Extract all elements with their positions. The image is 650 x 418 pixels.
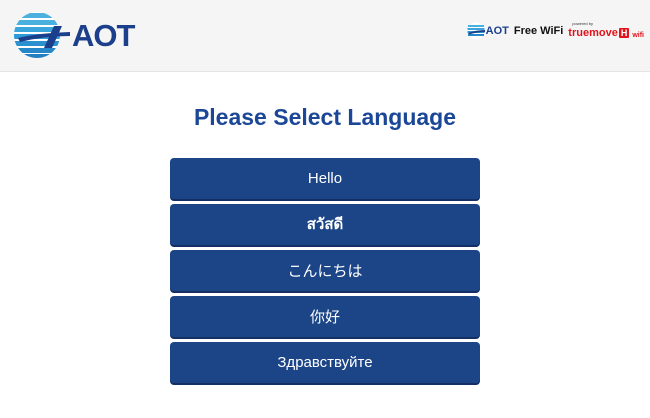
free-wifi-label: Free WiFi bbox=[513, 25, 564, 37]
truemove-h-badge: H bbox=[618, 28, 630, 38]
truemove-wordmark: truemove bbox=[568, 27, 618, 39]
logo-wordmark: AOT bbox=[72, 17, 135, 53]
page-title: Please Select Language bbox=[193, 104, 457, 130]
language-button-thai[interactable]: สวัสดี bbox=[170, 204, 480, 245]
truemove-wifi-label: wifi bbox=[632, 31, 644, 39]
powered-by-label: powered by bbox=[572, 21, 593, 26]
aot-airport-logo-icon bbox=[14, 12, 70, 58]
aot-logo[interactable]: AOT bbox=[14, 12, 135, 58]
aot-mini-logo-icon bbox=[467, 22, 485, 40]
language-button-japanese[interactable]: こんにちは bbox=[170, 250, 480, 291]
mini-logo-wordmark: AOT bbox=[485, 25, 509, 37]
language-list: Hello สวัสดี こんにちは 你好 Здравствуйте bbox=[170, 158, 480, 388]
page-header: AOT AOT Free WiFi powered by truemove H w… bbox=[0, 0, 650, 72]
language-button-english[interactable]: Hello bbox=[170, 158, 480, 199]
language-button-russian[interactable]: Здравствуйте bbox=[170, 342, 480, 383]
language-button-chinese[interactable]: 你好 bbox=[170, 296, 480, 337]
truemove-logo: powered by truemove H bbox=[568, 21, 630, 39]
free-wifi-banner: AOT Free WiFi powered by truemove H wifi bbox=[467, 21, 644, 41]
